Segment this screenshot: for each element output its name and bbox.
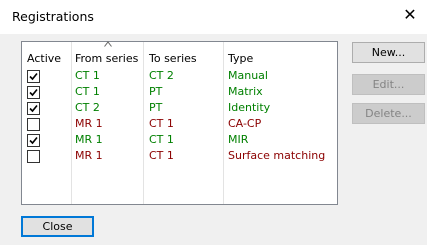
- active-checkbox[interactable]: [27, 102, 40, 115]
- from-series-cell: MR 1: [75, 133, 103, 146]
- active-checkbox[interactable]: [27, 150, 40, 163]
- window-title: Registrations: [12, 9, 94, 24]
- from-series-cell: CT 1: [75, 85, 100, 98]
- type-cell: Manual: [228, 69, 268, 82]
- checkmark-icon: [29, 72, 38, 81]
- header-active[interactable]: Active: [27, 52, 61, 65]
- registrations-list[interactable]: Active From series To series Type CT 1 CT…: [21, 41, 338, 205]
- type-cell: Identity: [228, 101, 271, 114]
- to-series-cell: PT: [149, 85, 163, 98]
- table-row[interactable]: MR 1 CT 1 CA-CP: [22, 117, 337, 133]
- to-series-cell: CT 1: [149, 133, 174, 146]
- active-checkbox[interactable]: [27, 70, 40, 83]
- to-series-cell: CT 2: [149, 69, 174, 82]
- type-cell: Matrix: [228, 85, 263, 98]
- checkmark-icon: [29, 136, 38, 145]
- from-series-cell: CT 2: [75, 101, 100, 114]
- type-cell: CA-CP: [228, 117, 262, 130]
- type-cell: Surface matching: [228, 149, 326, 162]
- checkmark-icon: [29, 88, 38, 97]
- active-checkbox[interactable]: [27, 134, 40, 147]
- close-button[interactable]: Close: [21, 216, 94, 237]
- from-series-cell: MR 1: [75, 149, 103, 162]
- close-icon[interactable]: ✕: [402, 7, 418, 23]
- header-type[interactable]: Type: [228, 52, 253, 65]
- to-series-cell: CT 1: [149, 149, 174, 162]
- table-row[interactable]: MR 1 CT 1 Surface matching: [22, 149, 337, 165]
- from-series-cell: MR 1: [75, 117, 103, 130]
- table-row[interactable]: CT 1 CT 2 Manual: [22, 69, 337, 85]
- table-row[interactable]: CT 2 PT Identity: [22, 101, 337, 117]
- title-bar: Registrations ✕: [0, 0, 427, 34]
- active-checkbox[interactable]: [27, 118, 40, 131]
- table-row[interactable]: CT 1 PT Matrix: [22, 85, 337, 101]
- sort-ascending-icon: [104, 41, 112, 47]
- table-row[interactable]: MR 1 CT 1 MIR: [22, 133, 337, 149]
- header-to-series[interactable]: To series: [149, 52, 197, 65]
- edit-button[interactable]: Edit...: [352, 74, 425, 95]
- delete-button[interactable]: Delete...: [352, 103, 425, 124]
- checkmark-icon: [29, 104, 38, 113]
- active-checkbox[interactable]: [27, 86, 40, 99]
- to-series-cell: PT: [149, 101, 163, 114]
- new-button[interactable]: New...: [352, 42, 425, 63]
- to-series-cell: CT 1: [149, 117, 174, 130]
- header-from-series[interactable]: From series: [75, 52, 138, 65]
- type-cell: MIR: [228, 133, 249, 146]
- from-series-cell: CT 1: [75, 69, 100, 82]
